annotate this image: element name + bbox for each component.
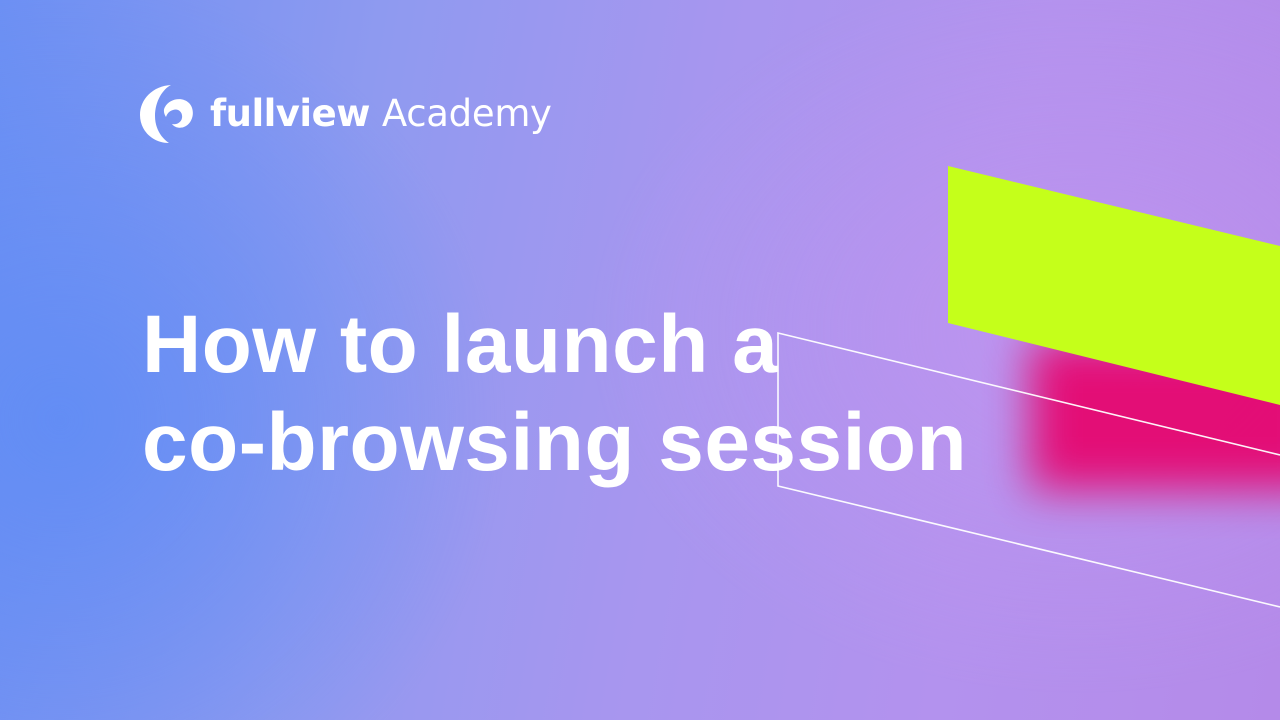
title-line-2: co-browsing session [142, 397, 968, 488]
fullview-swirl-logo-icon [140, 85, 193, 143]
page-title: How to launch a co-browsing session [142, 296, 967, 492]
brand-name: fullview [210, 91, 370, 135]
lime-accent-shape [948, 166, 1280, 405]
title-line-1: How to launch a [142, 299, 779, 390]
brand-suffix: Academy [381, 91, 552, 135]
brand-logo: fullview Academy [138, 80, 552, 146]
video-title-card: fullview Academy How to launch a co-brow… [0, 0, 1280, 720]
